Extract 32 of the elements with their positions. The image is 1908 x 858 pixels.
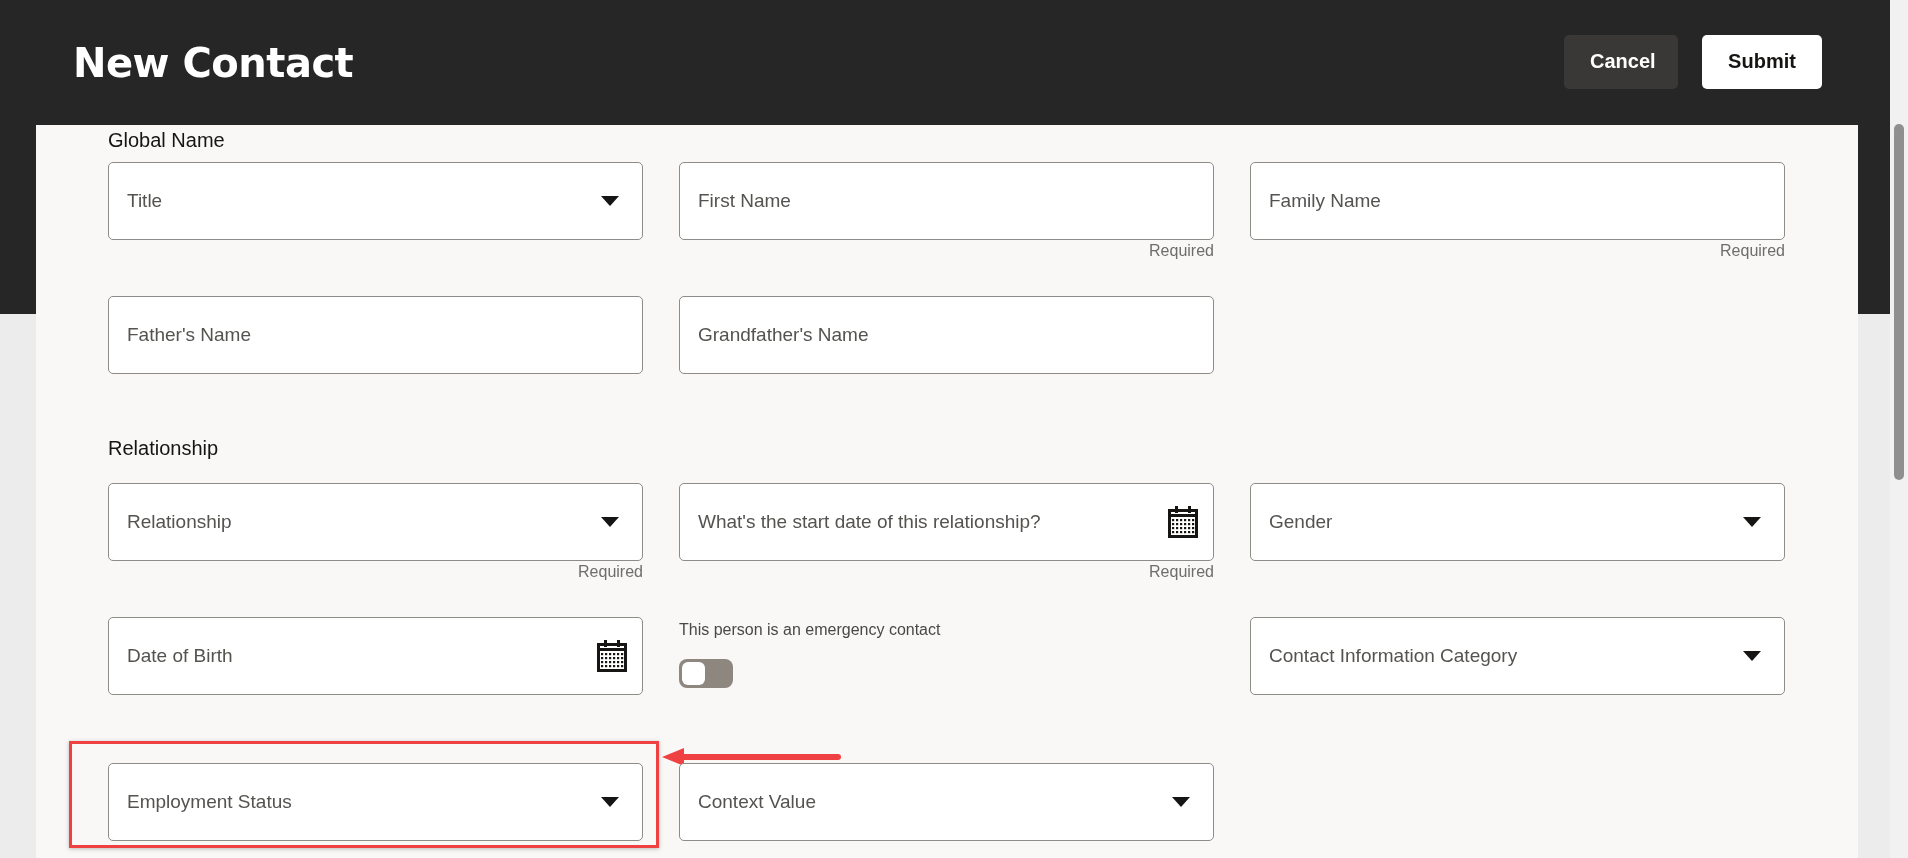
section-heading: Global Name xyxy=(108,128,226,152)
toggle-switch[interactable] xyxy=(679,659,733,688)
select-field[interactable]: Gender xyxy=(1250,483,1785,561)
input-field[interactable]: Father's Name xyxy=(108,296,643,374)
required-hint: Required xyxy=(1149,242,1214,260)
section-heading: Relationship xyxy=(108,436,220,460)
calendar-icon xyxy=(1168,506,1198,538)
date-field[interactable]: Date of Birth xyxy=(108,617,643,695)
calendar-icon xyxy=(597,640,627,672)
select-field[interactable]: Employment Status xyxy=(108,763,643,841)
select-field[interactable]: Relationship xyxy=(108,483,643,561)
required-hint: Required xyxy=(1720,242,1785,260)
select-field[interactable]: Context Value xyxy=(679,763,1214,841)
caret-icon xyxy=(1743,651,1761,661)
input-field[interactable]: Family Name xyxy=(1250,162,1785,240)
caret-icon xyxy=(601,797,619,807)
cancel-button[interactable]: Cancel xyxy=(1564,34,1678,89)
date-field[interactable]: What's the start date of this relationship? xyxy=(679,483,1214,561)
select-field[interactable]: Contact Information Category xyxy=(1250,617,1785,695)
select-field[interactable]: Title xyxy=(108,162,643,240)
caret-icon xyxy=(1172,797,1190,807)
caret-icon xyxy=(601,517,619,527)
required-hint: Required xyxy=(578,563,643,581)
caret-icon xyxy=(1743,517,1761,527)
submit-button[interactable]: Submit xyxy=(1702,34,1822,89)
required-hint: Required xyxy=(1149,563,1214,581)
input-field[interactable]: Grandfather's Name xyxy=(679,296,1214,374)
scrollbar[interactable] xyxy=(1890,0,1908,858)
dialog-title: New Contact xyxy=(73,39,354,86)
toggle-label: This person is an emergency contact xyxy=(679,621,942,639)
caret-icon xyxy=(601,196,619,206)
input-field[interactable]: First Name xyxy=(679,162,1214,240)
